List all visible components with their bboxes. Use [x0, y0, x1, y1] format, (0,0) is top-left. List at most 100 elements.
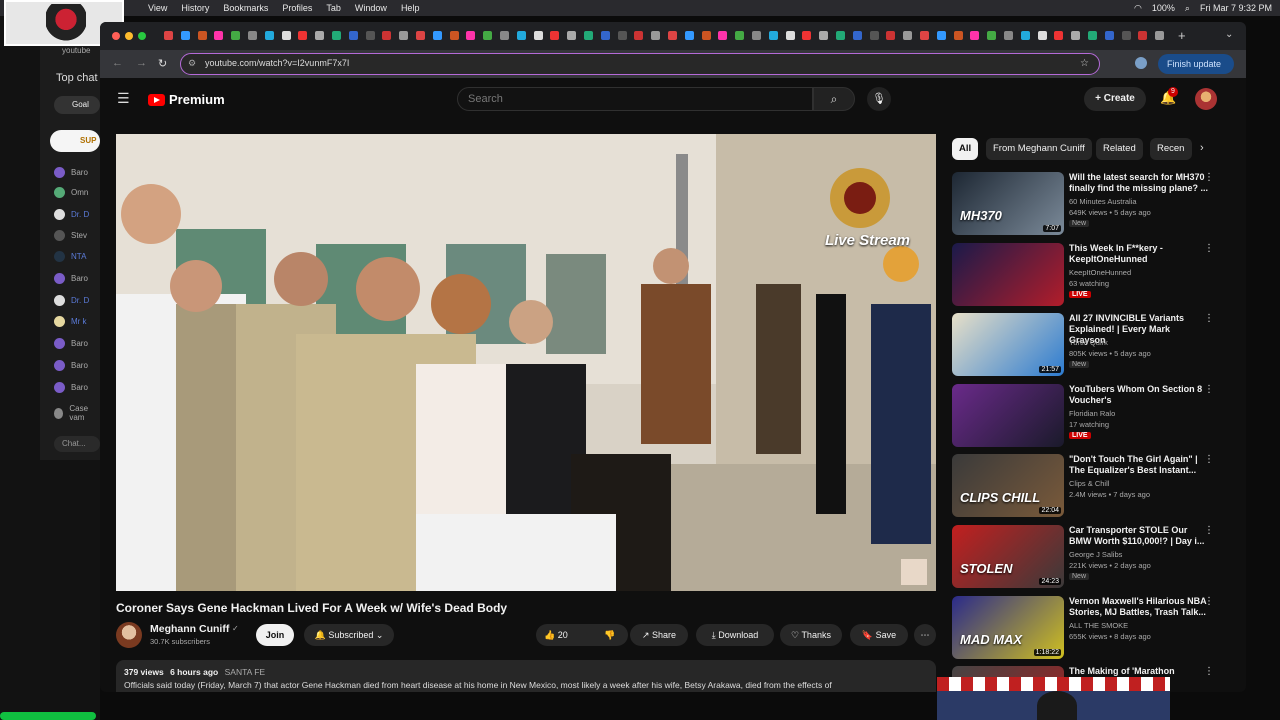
pinned-tab-favicon-icon[interactable] [701, 31, 711, 40]
pinned-tab-favicon-icon[interactable] [365, 31, 375, 40]
pinned-tab-favicon-icon[interactable] [1121, 31, 1131, 40]
recommendation-channel[interactable]: 60 Minutes Australia [1069, 197, 1137, 206]
filter-chip-all[interactable]: All [952, 138, 979, 160]
recommendation-title[interactable]: "Don't Touch The Girl Again" | The Equal… [1069, 454, 1209, 476]
menu-profiles[interactable]: Profiles [282, 3, 312, 13]
join-button[interactable]: Join [256, 624, 294, 646]
pinned-tab-favicon-icon[interactable] [953, 31, 963, 40]
menu-window[interactable]: Window [355, 3, 387, 13]
recommendation-channel[interactable]: ALL THE SMOKE [1069, 621, 1128, 630]
thanks-button[interactable]: ♡ Thanks [780, 624, 842, 646]
video-thumbnail[interactable] [952, 383, 1064, 447]
recommendation-title[interactable]: Car Transporter STOLE Our BMW Worth $110… [1069, 525, 1209, 547]
more-actions-button[interactable]: ⋯ [914, 624, 936, 646]
pinned-tab-favicon-icon[interactable] [382, 31, 392, 40]
search-input[interactable]: Search [457, 87, 813, 111]
pinned-tab-favicon-icon[interactable] [416, 31, 425, 40]
pinned-tab-favicon-icon[interactable] [1054, 31, 1064, 40]
hamburger-menu-icon[interactable]: ☰ [117, 90, 130, 107]
video-thumbnail[interactable]: MAD MAX 1:18:22 [952, 595, 1064, 659]
more-vertical-icon[interactable]: ⋮ [1204, 313, 1214, 324]
download-button[interactable]: ⤓ Download [696, 624, 774, 646]
save-button[interactable]: 🔖 Save [850, 624, 908, 646]
pinned-tab-favicon-icon[interactable] [500, 31, 509, 40]
video-thumbnail[interactable]: CLIPS CHILL 22:04 [952, 454, 1064, 518]
pinned-tab-favicon-icon[interactable] [432, 31, 442, 40]
menu-view[interactable]: View [148, 3, 167, 13]
pinned-tab-favicon-icon[interactable] [567, 31, 577, 40]
filter-chip-related[interactable]: Related [1096, 138, 1143, 160]
pinned-tab-favicon-icon[interactable] [449, 31, 459, 40]
new-tab-icon[interactable]: + [1178, 28, 1186, 43]
subscribed-button[interactable]: 🔔 Subscribed ⌄ [304, 624, 394, 646]
pinned-tab-favicon-icon[interactable] [164, 31, 173, 40]
minimize-window-icon[interactable] [125, 32, 133, 40]
channel-avatar[interactable] [116, 622, 142, 648]
pinned-tab-favicon-icon[interactable] [399, 31, 409, 40]
search-menu-icon[interactable]: ⌕ [1185, 3, 1190, 14]
pinned-tab-favicon-icon[interactable] [1104, 31, 1114, 40]
more-vertical-icon[interactable]: ⋮ [1204, 243, 1214, 254]
pinned-tab-favicon-icon[interactable] [483, 31, 493, 40]
goal-chip[interactable]: Goal [54, 96, 100, 114]
more-vertical-icon[interactable]: ⋮ [1204, 384, 1214, 395]
maximize-window-icon[interactable] [138, 32, 146, 40]
video-player[interactable]: Live Stream [116, 134, 936, 591]
pinned-tab-favicon-icon[interactable] [1020, 31, 1030, 40]
like-button[interactable]: 👍 20 [544, 624, 568, 646]
pinned-tab-favicon-icon[interactable] [231, 31, 241, 40]
pinned-tab-favicon-icon[interactable] [836, 31, 845, 40]
more-vertical-icon[interactable]: ⋮ [1204, 525, 1214, 536]
tab-search-icon[interactable]: ⌄ [1225, 29, 1233, 40]
pinned-tab-favicon-icon[interactable] [819, 31, 829, 40]
pinned-tab-favicon-icon[interactable] [180, 31, 190, 40]
pinned-tab-favicon-icon[interactable] [684, 31, 694, 40]
account-avatar[interactable] [1195, 88, 1217, 110]
bookmark-star-icon[interactable]: ☆ [1080, 54, 1089, 73]
pinned-tab-favicon-icon[interactable] [214, 31, 224, 40]
recommendation-item[interactable]: CLIPS CHILL 22:04 "Don't Touch The Girl Ag… [952, 454, 1222, 518]
video-thumbnail[interactable]: STOLEN 24:23 [952, 525, 1064, 588]
dislike-button[interactable]: 👎 [604, 624, 615, 646]
menu-history[interactable]: History [181, 3, 209, 13]
pinned-tab-favicon-icon[interactable] [584, 31, 593, 40]
pinned-tab-favicon-icon[interactable] [550, 31, 560, 40]
address-bar[interactable]: ⚙ youtube.com/watch?v=I2vunmF7x7I ☆ [180, 53, 1100, 75]
voice-search-button[interactable]: 🎙 [867, 87, 891, 111]
pinned-tab-favicon-icon[interactable] [600, 31, 610, 40]
menu-bookmarks[interactable]: Bookmarks [223, 3, 268, 13]
video-thumbnail[interactable]: MH370 7:07 [952, 172, 1064, 235]
recommendation-channel[interactable]: Turtle Quirk [1069, 338, 1108, 347]
more-vertical-icon[interactable]: ⋮ [1204, 596, 1214, 607]
pinned-tab-favicon-icon[interactable] [668, 31, 677, 40]
forward-arrow-icon[interactable]: → [136, 57, 147, 69]
filter-chip-recent[interactable]: Recen [1150, 138, 1192, 160]
recommendation-item[interactable]: This Week In F**kery - KeepItOneHunned Ke… [952, 242, 1222, 307]
pinned-tab-favicon-icon[interactable] [1004, 31, 1013, 40]
search-button[interactable]: ⌕ [813, 87, 855, 111]
youtube-premium-logo[interactable]: Premium [148, 92, 225, 107]
recommendation-title[interactable]: This Week In F**kery - KeepItOneHunned [1069, 243, 1209, 265]
recommendation-channel[interactable]: George J Salibs [1069, 550, 1122, 559]
menu-tab[interactable]: Tab [326, 3, 341, 13]
pinned-tab-favicon-icon[interactable] [768, 31, 778, 40]
pinned-tab-favicon-icon[interactable] [987, 31, 997, 40]
recommendation-item[interactable]: STOLEN 24:23 Car Transporter STOLE Our BMW… [952, 525, 1222, 589]
pinned-tab-favicon-icon[interactable] [903, 31, 913, 40]
pinned-tab-favicon-icon[interactable] [1138, 31, 1148, 40]
create-button[interactable]: + Create [1084, 87, 1146, 111]
pinned-tab-favicon-icon[interactable] [315, 31, 325, 40]
pinned-tab-favicon-icon[interactable] [281, 31, 291, 40]
pinned-tab-favicon-icon[interactable] [1071, 31, 1081, 40]
pinned-tab-favicon-icon[interactable] [852, 31, 862, 40]
share-button[interactable]: ↗ Share [630, 624, 688, 646]
recommendation-channel[interactable]: KeepItOneHunned [1069, 268, 1131, 277]
pinned-tab-favicon-icon[interactable] [869, 31, 879, 40]
pinned-tab-favicon-icon[interactable] [348, 31, 358, 40]
menu-help[interactable]: Help [401, 3, 420, 13]
super-chat-chip[interactable]: SUP [50, 130, 100, 152]
pinned-tab-favicon-icon[interactable] [802, 31, 812, 40]
site-info-icon[interactable]: ⚙ [188, 54, 196, 73]
pinned-tab-favicon-icon[interactable] [752, 31, 761, 40]
recommendation-item[interactable]: YouTubers Whom On Section 8 Voucher's Flo… [952, 383, 1222, 448]
